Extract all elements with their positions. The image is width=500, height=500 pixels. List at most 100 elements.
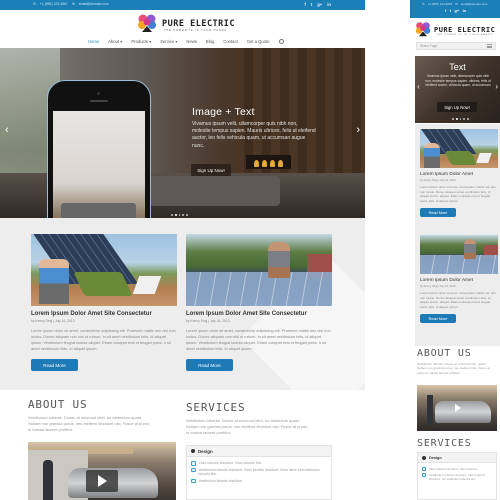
service-item: Vestibulum lobortis tincidunt. Vlum lobo…	[191, 467, 327, 477]
linkedin-icon[interactable]: in	[463, 9, 466, 13]
read-more-button[interactable]: Read More	[186, 359, 233, 371]
facebook-icon[interactable]: f	[304, 2, 305, 7]
phone-icon: ✆	[33, 2, 36, 6]
logo-mark-icon	[415, 22, 431, 37]
desktop-view: ✆ +1 (555) 123-4567 ✉ email@domain.com f…	[0, 0, 365, 500]
services-accordion: Design Vlum lobortis tincidunt. Vlum lob…	[186, 445, 332, 500]
mobile-social-links: f t g+ in	[445, 9, 466, 13]
about-video[interactable]	[28, 442, 176, 500]
post-image-solar-roof[interactable]	[420, 235, 498, 274]
nav-blog[interactable]: Blog	[206, 39, 214, 44]
read-more-button[interactable]: Read More	[31, 359, 78, 371]
nav-service[interactable]: Service ▾	[160, 39, 177, 44]
google-plus-icon[interactable]: g+	[317, 2, 322, 7]
accordion-list: Vlum lobortis tincidunt. Vlum lobortis V…	[418, 463, 496, 481]
logo-mark-icon	[138, 14, 156, 32]
nav-products[interactable]: Products ▾	[131, 39, 151, 44]
service-item-text: Vestibulum lobortis tincidunt	[198, 478, 242, 483]
nav-about[interactable]: About ▾	[108, 39, 122, 44]
nav-home[interactable]: Home	[88, 39, 99, 44]
mobile-about-section: ABOUT US Vestibulum lobortis. Donec at e…	[417, 348, 497, 375]
phone-mockup-image	[47, 80, 151, 218]
blog-posts-section: Lorem Ipsum Dolor Amet Site Consectetur …	[0, 218, 365, 390]
services-text: Vestibulum lobortis. Donec at euismod ni…	[186, 418, 308, 435]
twitter-icon[interactable]: t	[450, 9, 451, 13]
linkedin-icon[interactable]: in	[327, 2, 331, 7]
checkbox-icon	[191, 461, 196, 466]
post-title[interactable]: Lorem Ipsum Dolor Amet Site Consectetur	[31, 311, 177, 317]
blog-post-card: Lorem Ipsum Dolor Amet by Kenny Sing | J…	[420, 235, 498, 324]
hero-caption: Image + Text Vivamus ipsum velit, ullamc…	[192, 106, 317, 150]
envelope-icon: ✉	[455, 2, 458, 6]
services-title: SERVICES	[186, 401, 246, 414]
mobile-hero-title: Text	[449, 62, 466, 72]
accordion-header-design[interactable]: Design	[187, 446, 331, 457]
chevron-left-icon[interactable]: ‹	[417, 82, 420, 91]
hamburger-menu-icon[interactable]	[487, 44, 492, 48]
post-title[interactable]: Lorem Ipsum Dolor Amet	[420, 278, 498, 283]
email-address[interactable]: email@domain.com	[79, 2, 109, 6]
hero-slider: Image + Text Vivamus ipsum velit, ullamc…	[0, 48, 365, 218]
site-logo[interactable]: PURE ELECTRIC THE POWER IS IN YOUR HANDS	[137, 12, 237, 36]
blog-post-card: Lorem Ipsum Dolor Amet by Kenny Sing | J…	[420, 129, 498, 218]
slider-dot-active[interactable]	[174, 214, 177, 216]
accordion-header-design[interactable]: Design	[418, 453, 496, 463]
search-icon[interactable]	[278, 39, 284, 44]
twitter-icon[interactable]: t	[311, 2, 312, 7]
select-page-dropdown[interactable]: Select Page	[416, 42, 496, 50]
about-title: ABOUT US	[417, 348, 472, 359]
slider-dot-active[interactable]	[455, 118, 458, 120]
post-image-rooftop-family[interactable]	[31, 234, 177, 306]
sign-up-button[interactable]: Sign Up Now!	[191, 164, 231, 176]
accordion-title: Design	[198, 448, 213, 454]
slider-dot[interactable]	[459, 118, 462, 120]
slider-dot[interactable]	[178, 214, 181, 216]
hero-text: Vivamus ipsum velit, ullamcorper quis ni…	[192, 121, 316, 149]
phone-number[interactable]: +1 (555) 123-4567	[40, 2, 68, 6]
post-meta: by Kenny Sing | July 16, 2013	[420, 179, 456, 182]
slider-dot[interactable]	[467, 118, 469, 120]
nav-get-a-quote[interactable]: Get a Quote	[247, 39, 270, 44]
slider-dot[interactable]	[182, 214, 185, 216]
post-title[interactable]: Lorem Ipsum Dolor Amet	[420, 172, 498, 177]
phone-number[interactable]: +1 (555) 123-4567	[428, 2, 453, 6]
slider-dot[interactable]	[186, 214, 188, 216]
slider-dot[interactable]	[463, 118, 466, 120]
read-more-button[interactable]: Read More	[420, 314, 456, 324]
facebook-icon[interactable]: f	[445, 9, 446, 13]
play-icon[interactable]	[455, 404, 461, 412]
slider-dot[interactable]	[171, 214, 173, 216]
post-title[interactable]: Lorem Ipsum Dolor Amet Site Consectetur	[186, 311, 332, 317]
post-meta: by Kenny Sing | July 16, 2013	[31, 319, 75, 323]
mobile-services-section: SERVICES	[417, 438, 497, 449]
nav-news[interactable]: News	[186, 39, 196, 44]
email-address[interactable]: email@domain.com	[461, 2, 488, 6]
mobile-contact-info: ✆ +1 (555) 123-4567 ✉ email@domain.com	[422, 2, 487, 6]
about-title: ABOUT US	[28, 398, 88, 411]
checkbox-icon	[191, 467, 196, 472]
google-plus-icon[interactable]: g+	[455, 9, 460, 13]
chevron-right-icon[interactable]: ›	[495, 82, 498, 91]
mobile-sign-up-button[interactable]: Sign Up Now!	[437, 102, 477, 112]
accordion-title: Design	[429, 455, 442, 460]
read-more-button[interactable]: Read More	[420, 208, 456, 218]
about-text: Vestibulum lobortis. Donec at euismod ni…	[28, 415, 150, 432]
brand-name: PURE ELECTRIC	[162, 19, 236, 29]
chevron-left-icon[interactable]: ‹	[5, 124, 9, 136]
brand-tagline: THE POWER IS IN YOUR HANDS	[164, 29, 228, 32]
post-meta: by Kenny Sing | July 16, 2013	[420, 285, 456, 288]
hero-bg-fireplace	[246, 155, 291, 169]
mobile-about-video[interactable]	[417, 385, 497, 431]
post-image-rooftop-family[interactable]	[420, 129, 498, 168]
blog-post-card: Lorem Ipsum Dolor Amet Site Consectetur …	[186, 234, 332, 371]
post-image-solar-roof[interactable]	[186, 234, 332, 306]
social-links: f t g+ in	[304, 2, 331, 7]
nav-contact[interactable]: Contact	[223, 39, 237, 44]
slider-dot[interactable]	[452, 118, 454, 120]
mobile-site-logo[interactable]: PURE ELECTRIC THE POWER IS IN YOUR HANDS	[415, 21, 500, 41]
play-icon[interactable]	[86, 470, 118, 492]
about-text: Vestibulum lobortis. Donec at euismod ni…	[417, 362, 490, 375]
hero-bg-sofa	[150, 176, 280, 206]
accordion-list: Vlum lobortis tincidunt. Vlum lobortis t…	[187, 457, 331, 483]
chevron-right-icon[interactable]: ›	[356, 124, 360, 136]
